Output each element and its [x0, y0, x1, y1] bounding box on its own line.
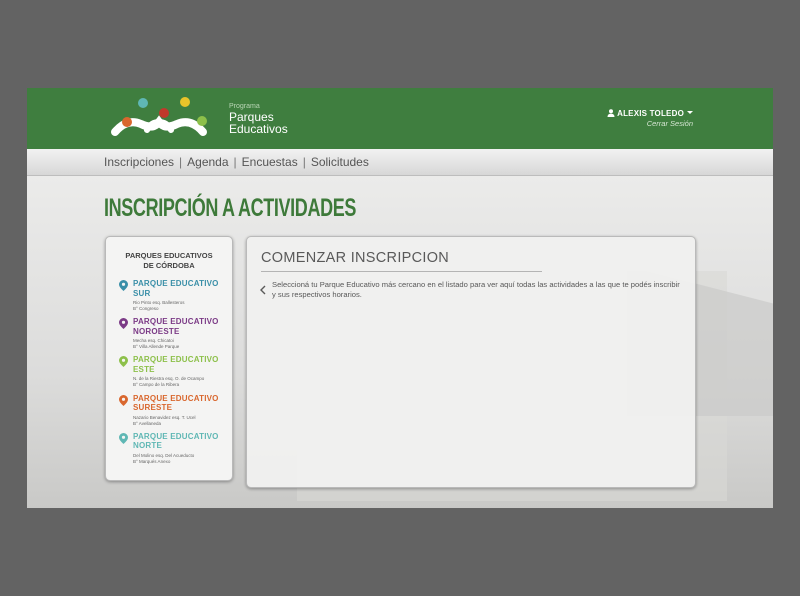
park-name-line1: PARQUE EDUCATIVO — [133, 279, 219, 288]
park-item-sur[interactable]: PARQUE EDUCATIVO SUR Rio Pinto esq. Ball… — [118, 279, 226, 317]
nav-bar: Inscripciones | Agenda | Encuestas | Solicitud… — [27, 149, 773, 176]
chevron-left-icon — [260, 285, 266, 295]
parks-sidebar: PARQUES EDUCATIVOS DE CÓRDOBA PARQUE EDU… — [105, 236, 233, 481]
panel-divider — [261, 271, 542, 272]
parques-educativos-logo-icon[interactable] — [107, 92, 217, 148]
brand-text: Programa Parques Educativos — [229, 103, 288, 135]
logout-link[interactable]: Cerrar Sesión — [607, 119, 693, 128]
user-name: ALEXIS TOLEDO — [617, 109, 684, 118]
sidebar-title-line1: PARQUES EDUCATIVOS — [125, 251, 213, 260]
map-pin-icon — [119, 280, 128, 291]
user-name-row[interactable]: ALEXIS TOLEDO — [607, 109, 693, 118]
park-address: Mecha esq. Chicatoi B° Villa Allende Parq… — [133, 338, 226, 350]
park-list: PARQUE EDUCATIVO SUR Rio Pinto esq. Ball… — [118, 279, 226, 470]
park-name-line1: PARQUE EDUCATIVO — [133, 431, 219, 441]
sidebar-title-line2: DE CÓRDOBA — [143, 261, 195, 270]
park-name-line1: PARQUE EDUCATIVO — [133, 393, 219, 403]
park-name-line2: SUR — [133, 288, 151, 298]
sidebar-title: PARQUES EDUCATIVOS DE CÓRDOBA — [106, 251, 232, 271]
brand-line2: Educativos — [229, 122, 288, 136]
park-address-line2: B° Marqués Anexo — [133, 458, 171, 464]
main-nav: Inscripciones | Agenda | Encuestas | Solicitud… — [104, 155, 369, 169]
panel-instructions: Seleccioná tu Parque Educativo más cerca… — [272, 280, 680, 299]
map-pin-icon — [119, 318, 128, 330]
park-name-line1: PARQUE EDUCATIVO — [133, 317, 219, 327]
page-title: INSCRIPCIÓN A ACTIVIDADES — [104, 194, 357, 222]
park-address: N. de la Riestra esq. O. de Ocampo B° Cam… — [133, 376, 226, 388]
map-pin-icon — [119, 432, 128, 444]
park-name-line2: SURESTE — [133, 403, 173, 413]
map-pin-icon — [119, 356, 128, 368]
nav-solicitudes[interactable]: Solicitudes — [311, 155, 369, 169]
park-name-line1: PARQUE EDUCATIVO — [133, 355, 219, 365]
app-frame: Programa Parques Educativos ALEXIS TOLED… — [27, 88, 773, 508]
panel-title: COMENZAR INSCRIPCION — [261, 250, 450, 266]
park-address-line2: B° Avellaneda — [133, 420, 161, 426]
park-address: Nazario Benavidez esq. T. Ucel B° Avellan… — [133, 415, 226, 427]
park-address: Rio Pinto esq. Ballesteros B° Congreso — [133, 300, 226, 312]
park-address-line2: B° Campo de la Ribera — [133, 382, 180, 388]
map-pin-icon — [119, 394, 128, 406]
user-menu[interactable]: ALEXIS TOLEDO Cerrar Sesión — [607, 109, 693, 128]
park-item-sureste[interactable]: PARQUE EDUCATIVO SURESTE Nazario Benavid… — [118, 394, 226, 432]
park-address-line2: B° Villa Allende Parque — [133, 344, 180, 350]
park-address: Del Molino esq. Del Acueducto B° Marqués … — [133, 453, 226, 465]
park-item-noroeste[interactable]: PARQUE EDUCATIVO NOROESTE Mecha esq. Chi… — [118, 317, 226, 355]
park-name-line2: NOROESTE — [133, 326, 180, 336]
park-name-line2: NORTE — [133, 441, 162, 451]
caret-down-icon — [687, 111, 693, 114]
nav-separator: | — [302, 155, 306, 169]
nav-encuestas[interactable]: Encuestas — [242, 155, 298, 169]
park-item-norte[interactable]: PARQUE EDUCATIVO NORTE Del Molino esq. D… — [118, 432, 226, 470]
nav-separator: | — [233, 155, 237, 169]
nav-agenda[interactable]: Agenda — [187, 155, 228, 169]
nav-separator: | — [179, 155, 183, 169]
park-item-este[interactable]: PARQUE EDUCATIVO ESTE N. de la Riestra e… — [118, 355, 226, 393]
header-bar: Programa Parques Educativos ALEXIS TOLED… — [27, 88, 773, 149]
park-address-line2: B° Congreso — [133, 306, 159, 311]
user-icon — [607, 109, 615, 117]
park-name-line2: ESTE — [133, 364, 155, 374]
registration-panel: COMENZAR INSCRIPCION Seleccioná tu Parqu… — [246, 236, 696, 488]
nav-inscripciones[interactable]: Inscripciones — [104, 155, 174, 169]
